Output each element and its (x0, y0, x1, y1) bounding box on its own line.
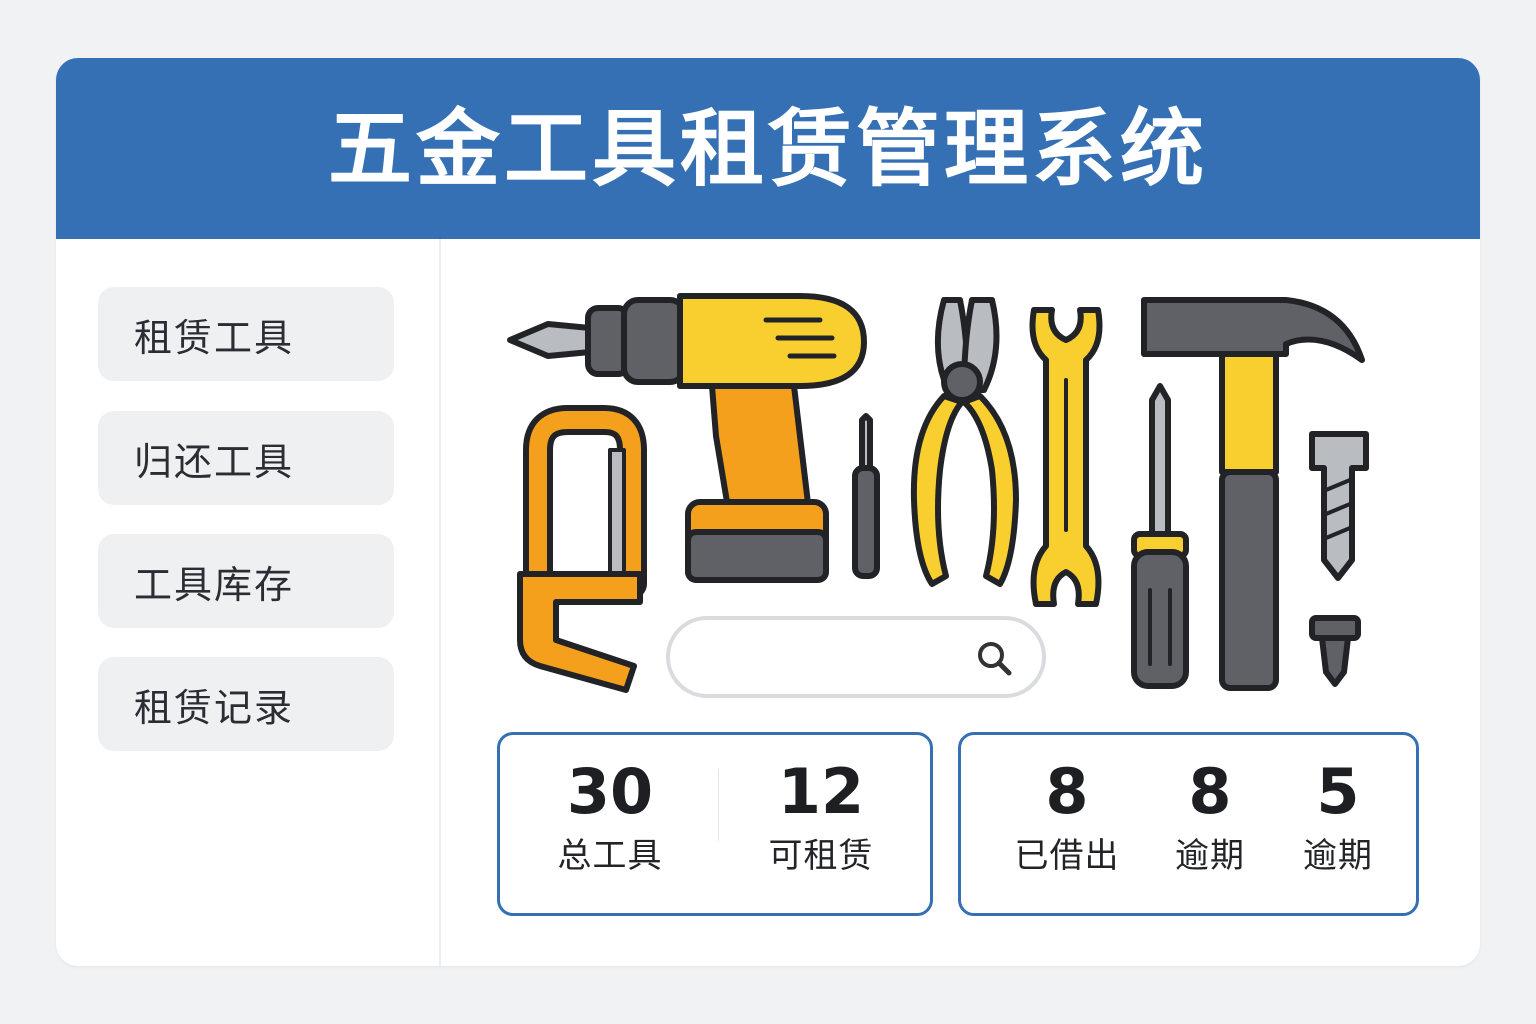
search-bar[interactable] (666, 616, 1046, 698)
sidebar-item-rent-tools[interactable]: 租赁工具 (98, 287, 394, 381)
app-header: 五金工具租赁管理系统 (56, 58, 1480, 239)
stat-value: 5 (1316, 755, 1360, 828)
app-title: 五金工具租赁管理系统 (327, 99, 1208, 198)
search-input[interactable] (698, 640, 982, 674)
search-button[interactable] (974, 638, 1014, 678)
search-icon (978, 642, 1012, 676)
stat-label: 可租赁 (768, 836, 874, 876)
stat-value: 30 (566, 755, 654, 828)
stats-panel-inventory: 30 总工具 12 可租赁 (497, 732, 933, 916)
sidebar-item-tool-inventory[interactable]: 工具库存 (98, 534, 394, 628)
stats-panel-rentals: 8 已借出 8 逾期 5 逾期 (958, 732, 1419, 916)
stat-label: 总工具 (557, 836, 663, 876)
stat-overdue: 8 逾期 (1155, 735, 1265, 913)
stat-value: 8 (1045, 755, 1089, 828)
stat-value: 12 (777, 755, 865, 828)
sidebar: 租赁工具 归还工具 工具库存 租赁记录 (56, 239, 441, 966)
sidebar-item-label: 租赁工具 (134, 315, 295, 360)
stat-total-tools: 30 总工具 (540, 735, 680, 913)
sidebar-item-label: 归还工具 (134, 439, 295, 484)
stat-available: 12 可租赁 (746, 735, 896, 913)
sidebar-item-rental-records[interactable]: 租赁记录 (98, 657, 394, 751)
stat-overdue-2: 5 逾期 (1283, 735, 1393, 913)
stat-label: 已借出 (1014, 836, 1120, 876)
stat-borrowed: 8 已借出 (1001, 735, 1133, 913)
sidebar-item-return-tools[interactable]: 归还工具 (98, 411, 394, 505)
stat-label: 逾期 (1175, 836, 1245, 876)
stat-label: 逾期 (1303, 836, 1373, 876)
stat-divider (718, 769, 719, 841)
sidebar-item-label: 工具库存 (134, 562, 295, 607)
stat-value: 8 (1188, 755, 1232, 828)
sidebar-item-label: 租赁记录 (134, 685, 295, 730)
